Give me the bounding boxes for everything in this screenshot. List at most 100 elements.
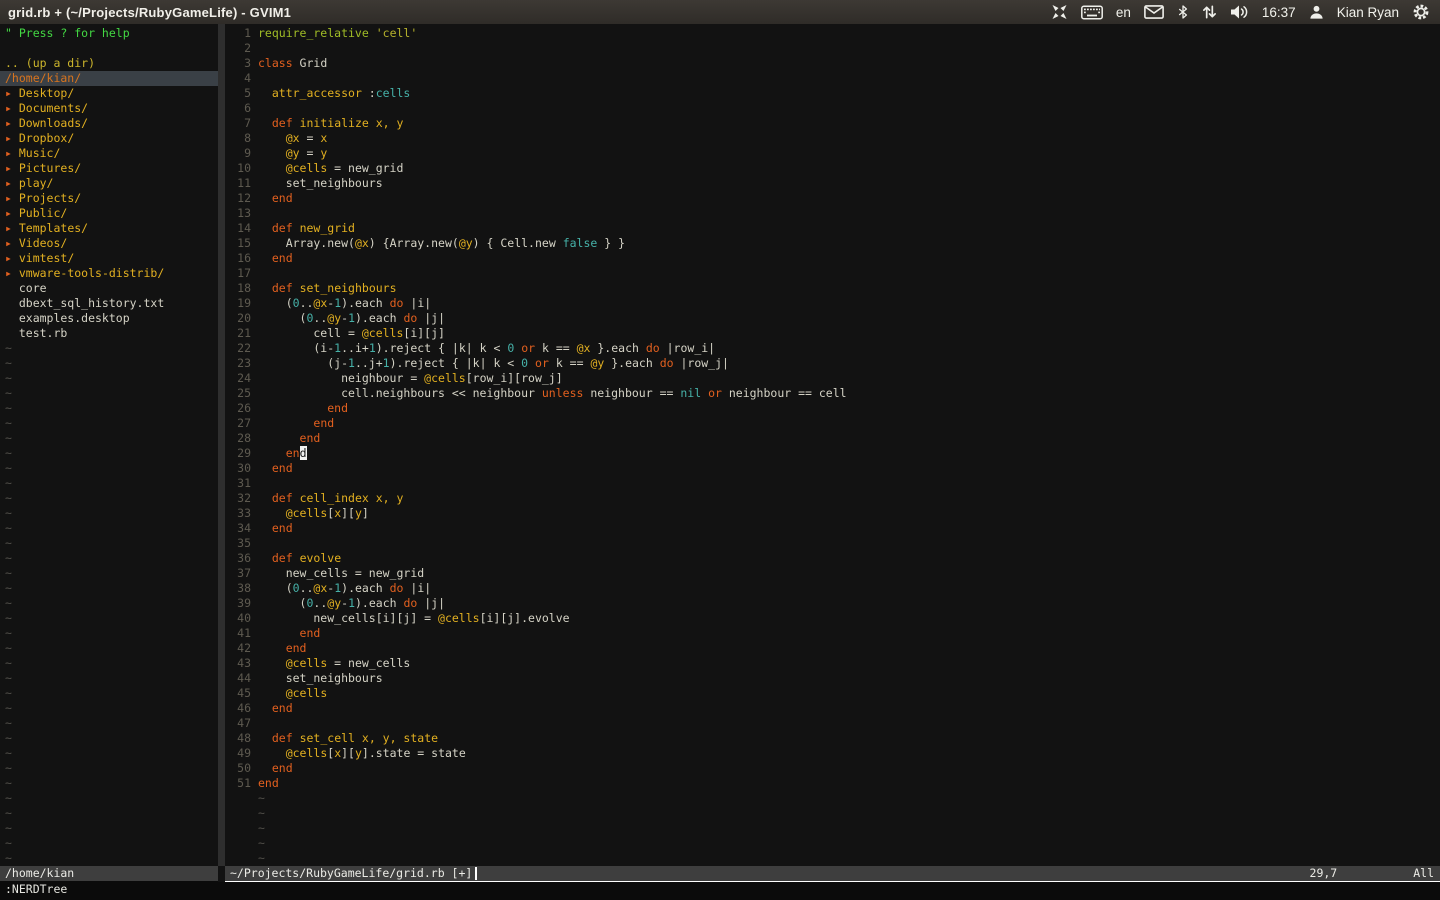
- code-line[interactable]: 16 end: [225, 251, 1440, 266]
- nerdtree-root-row[interactable]: /home/kian/: [0, 71, 218, 86]
- code-line[interactable]: 31: [225, 476, 1440, 491]
- code-line[interactable]: 15 Array.new(@x) {Array.new(@y) { Cell.n…: [225, 236, 1440, 251]
- line-number: 51: [225, 776, 251, 791]
- nerdtree-up-dir[interactable]: .. (up a dir): [0, 56, 218, 71]
- code-line[interactable]: 14 def new_grid: [225, 221, 1440, 236]
- code-line[interactable]: 34 end: [225, 521, 1440, 536]
- network-arrows-icon[interactable]: [1202, 4, 1217, 20]
- line-number: 43: [225, 656, 251, 671]
- code-line[interactable]: 47: [225, 716, 1440, 731]
- code-line[interactable]: 51end: [225, 776, 1440, 791]
- code-line[interactable]: 46 end: [225, 701, 1440, 716]
- tree-empty-line-tilde: ~: [0, 431, 218, 446]
- nerdtree-root-path: /home/kian/: [5, 71, 81, 85]
- code-line[interactable]: 26 end: [225, 401, 1440, 416]
- code-line[interactable]: 50 end: [225, 761, 1440, 776]
- code-line[interactable]: 41 end: [225, 626, 1440, 641]
- code-line[interactable]: 49 @cells[x][y].state = state: [225, 746, 1440, 761]
- code-text: @x = x: [258, 131, 327, 146]
- tree-dir-item[interactable]: ▸ Projects/: [0, 191, 218, 206]
- code-line[interactable]: 37 new_cells = new_grid: [225, 566, 1440, 581]
- tree-empty-line-tilde: ~: [0, 671, 218, 686]
- volume-icon[interactable]: [1230, 4, 1249, 20]
- code-line[interactable]: 3class Grid: [225, 56, 1440, 71]
- code-line[interactable]: 45 @cells: [225, 686, 1440, 701]
- window-separator[interactable]: [218, 24, 225, 866]
- code-line[interactable]: 23 (j-1..j+1).reject { |k| k < 0 or k ==…: [225, 356, 1440, 371]
- tree-file-item[interactable]: core: [0, 281, 218, 296]
- code-line[interactable]: 2: [225, 41, 1440, 56]
- code-line[interactable]: 38 (0..@x-1).each do |i|: [225, 581, 1440, 596]
- code-line[interactable]: 30 end: [225, 461, 1440, 476]
- code-line[interactable]: 19 (0..@x-1).each do |i|: [225, 296, 1440, 311]
- code-line[interactable]: 20 (0..@y-1).each do |j|: [225, 311, 1440, 326]
- line-number: 8: [225, 131, 251, 146]
- mail-icon[interactable]: [1144, 5, 1164, 19]
- bluetooth-icon[interactable]: [1177, 4, 1189, 20]
- tree-dir-item[interactable]: ▸ Dropbox/: [0, 131, 218, 146]
- tree-file-item[interactable]: test.rb: [0, 326, 218, 341]
- code-line[interactable]: 10 @cells = new_grid: [225, 161, 1440, 176]
- code-line[interactable]: 33 @cells[x][y]: [225, 506, 1440, 521]
- code-line[interactable]: 48 def set_cell x, y, state: [225, 731, 1440, 746]
- gear-icon[interactable]: [1412, 3, 1430, 21]
- code-line[interactable]: 42 end: [225, 641, 1440, 656]
- tree-dir-item[interactable]: ▸ Documents/: [0, 101, 218, 116]
- code-line[interactable]: 24 neighbour = @cells[row_i][row_j]: [225, 371, 1440, 386]
- code-line[interactable]: 7 def initialize x, y: [225, 116, 1440, 131]
- code-line[interactable]: 9 @y = y: [225, 146, 1440, 161]
- code-line[interactable]: 25 cell.neighbours << neighbour unless n…: [225, 386, 1440, 401]
- code-line[interactable]: 8 @x = x: [225, 131, 1440, 146]
- tree-dir-item[interactable]: ▸ vmware-tools-distrib/: [0, 266, 218, 281]
- line-number: 34: [225, 521, 251, 536]
- code-line[interactable]: 43 @cells = new_cells: [225, 656, 1440, 671]
- username[interactable]: Kian Ryan: [1337, 5, 1399, 20]
- code-line[interactable]: 21 cell = @cells[i][j]: [225, 326, 1440, 341]
- tree-dir-item[interactable]: ▸ Music/: [0, 146, 218, 161]
- code-line[interactable]: 32 def cell_index x, y: [225, 491, 1440, 506]
- clock[interactable]: 16:37: [1262, 5, 1296, 20]
- code-line[interactable]: 5 attr_accessor :cells: [225, 86, 1440, 101]
- statusline-caret: [475, 867, 477, 880]
- tree-dir-item[interactable]: ▸ Templates/: [0, 221, 218, 236]
- editor-panel[interactable]: 1require_relative 'cell'23class Grid45 a…: [225, 24, 1440, 866]
- command-line[interactable]: :NERDTree: [0, 882, 1440, 897]
- code-line[interactable]: 40 new_cells[i][j] = @cells[i][j].evolve: [225, 611, 1440, 626]
- code-line[interactable]: 39 (0..@y-1).each do |j|: [225, 596, 1440, 611]
- tree-dir-item[interactable]: ▸ Public/: [0, 206, 218, 221]
- keyboard-layout-label[interactable]: en: [1116, 5, 1131, 20]
- code-line[interactable]: 4: [225, 71, 1440, 86]
- code-line[interactable]: 13: [225, 206, 1440, 221]
- code-line[interactable]: 6: [225, 101, 1440, 116]
- code-line[interactable]: 27 end: [225, 416, 1440, 431]
- tree-dir-item[interactable]: ▸ Pictures/: [0, 161, 218, 176]
- code-line[interactable]: 36 def evolve: [225, 551, 1440, 566]
- tree-dir-item[interactable]: ▸ Desktop/: [0, 86, 218, 101]
- code-text: (j-1..j+1).reject { |k| k < 0 or k == @y…: [258, 356, 729, 371]
- tree-dir-item[interactable]: ▸ play/: [0, 176, 218, 191]
- tree-file-item[interactable]: examples.desktop: [0, 311, 218, 326]
- nerdtree-statusline: /home/kian: [0, 866, 218, 881]
- tree-empty-line-tilde: ~: [0, 581, 218, 596]
- code-line[interactable]: 28 end: [225, 431, 1440, 446]
- tree-dir-item[interactable]: ▸ vimtest/: [0, 251, 218, 266]
- tree-dir-item[interactable]: ▸ Downloads/: [0, 116, 218, 131]
- code-line[interactable]: 11 set_neighbours: [225, 176, 1440, 191]
- code-line[interactable]: 35: [225, 536, 1440, 551]
- dropbox-icon[interactable]: [1051, 4, 1068, 20]
- line-number: [225, 851, 251, 866]
- code-line[interactable]: 18 def set_neighbours: [225, 281, 1440, 296]
- window-title: grid.rb + (~/Projects/RubyGameLife) - GV…: [8, 5, 291, 20]
- nerdtree-help-text: " Press ? for help: [0, 26, 218, 41]
- tree-dir-item[interactable]: ▸ Videos/: [0, 236, 218, 251]
- keyboard-icon[interactable]: [1081, 5, 1103, 20]
- tree-file-item[interactable]: dbext_sql_history.txt: [0, 296, 218, 311]
- code-line[interactable]: 44 set_neighbours: [225, 671, 1440, 686]
- statusline-filename: ~/Projects/RubyGameLife/grid.rb [+]: [230, 866, 472, 881]
- code-line[interactable]: 1require_relative 'cell': [225, 26, 1440, 41]
- user-icon[interactable]: [1309, 4, 1324, 20]
- code-line[interactable]: 17: [225, 266, 1440, 281]
- code-line[interactable]: 29 end: [225, 446, 1440, 461]
- code-line[interactable]: 12 end: [225, 191, 1440, 206]
- code-line[interactable]: 22 (i-1..i+1).reject { |k| k < 0 or k ==…: [225, 341, 1440, 356]
